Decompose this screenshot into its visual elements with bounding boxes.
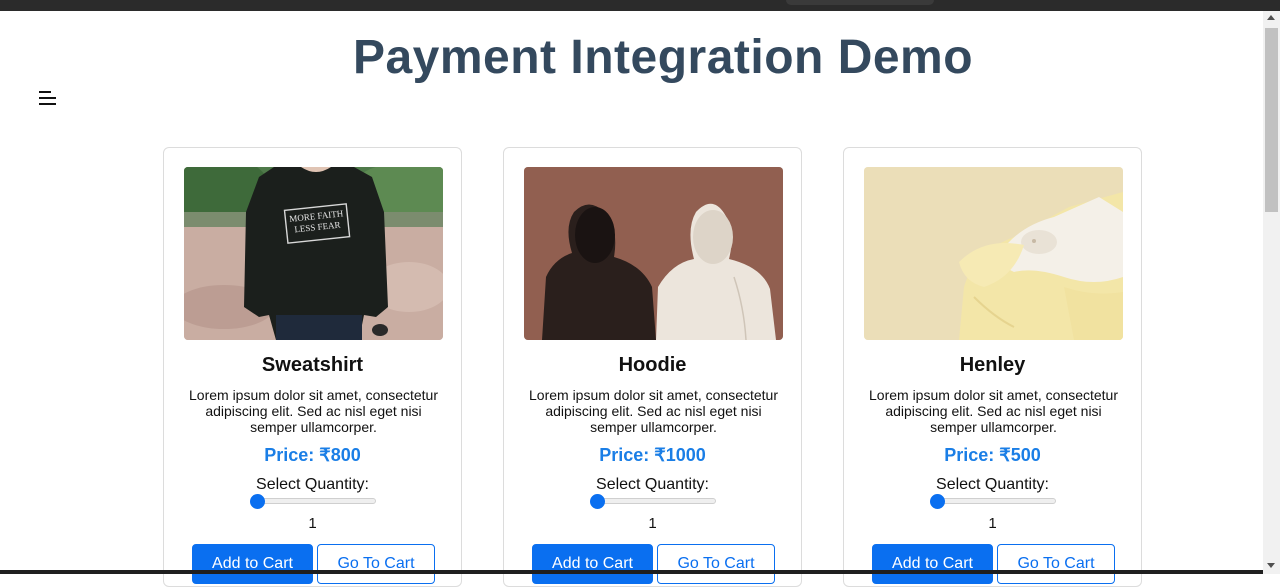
quantity-label: Select Quantity:: [256, 476, 369, 493]
product-name: Sweatshirt: [261, 354, 364, 376]
slider-track: [936, 498, 1056, 504]
price-value: ₹1000: [654, 445, 706, 465]
slider-thumb[interactable]: [250, 494, 265, 509]
page-scrollbar[interactable]: [1263, 11, 1280, 574]
scrollbar-thumb[interactable]: [1265, 28, 1278, 212]
slider-track: [596, 498, 716, 504]
add-to-cart-button[interactable]: Add to Cart: [192, 544, 313, 584]
page-title: Payment Integration Demo: [352, 31, 974, 84]
taskbar-edge: [0, 570, 1263, 574]
menu-line: [39, 103, 56, 105]
go-to-cart-button[interactable]: Go To Cart: [997, 544, 1115, 584]
browser-top-bar: [0, 0, 1280, 11]
add-to-cart-button[interactable]: Add to Cart: [532, 544, 653, 584]
quantity-value: 1: [988, 515, 997, 532]
quantity-value: 1: [648, 515, 657, 532]
product-description: Lorem ipsum dolor sit amet, consectetur …: [189, 387, 438, 435]
price-label: Price:: [944, 445, 995, 465]
quantity-slider[interactable]: [590, 494, 718, 510]
product-description: Lorem ipsum dolor sit amet, consectetur …: [529, 387, 778, 435]
product-card-hoodie: Hoodie Lorem ipsum dolor sit amet, conse…: [503, 147, 802, 587]
product-name: Henley: [959, 354, 1026, 376]
product-name: Hoodie: [618, 354, 687, 376]
product-description: Lorem ipsum dolor sit amet, consectetur …: [869, 387, 1118, 435]
go-to-cart-button[interactable]: Go To Cart: [657, 544, 775, 584]
go-to-cart-button[interactable]: Go To Cart: [317, 544, 435, 584]
scroll-down-arrow-icon[interactable]: [1267, 563, 1275, 568]
price-value: ₹800: [319, 445, 361, 465]
quantity-slider[interactable]: [250, 494, 378, 510]
hamburger-menu-icon[interactable]: [39, 91, 57, 107]
slider-track: [256, 498, 376, 504]
product-image-sweatshirt: MORE FAITH LESS FEAR: [184, 167, 443, 340]
menu-line: [39, 97, 56, 99]
product-image-henley: [864, 167, 1123, 340]
quantity-value: 1: [308, 515, 317, 532]
slider-thumb[interactable]: [930, 494, 945, 509]
price-value: ₹500: [999, 445, 1041, 465]
product-card-henley: Henley Lorem ipsum dolor sit amet, conse…: [843, 147, 1142, 587]
price-label: Price:: [599, 445, 650, 465]
product-card-sweatshirt: MORE FAITH LESS FEAR Sweatshirt Lorem ip…: [163, 147, 462, 587]
menu-line: [39, 91, 51, 93]
browser-tab-strip: [786, 0, 934, 5]
product-price: Price: ₹800: [164, 445, 461, 466]
product-image-hoodie: [524, 167, 783, 340]
quantity-label: Select Quantity:: [596, 476, 709, 493]
add-to-cart-button[interactable]: Add to Cart: [872, 544, 993, 584]
quantity-label: Select Quantity:: [936, 476, 1049, 493]
price-label: Price:: [264, 445, 315, 465]
quantity-slider[interactable]: [930, 494, 1058, 510]
scroll-up-arrow-icon[interactable]: [1267, 15, 1275, 20]
slider-thumb[interactable]: [590, 494, 605, 509]
product-price: Price: ₹1000: [504, 445, 801, 466]
product-price: Price: ₹500: [844, 445, 1141, 466]
